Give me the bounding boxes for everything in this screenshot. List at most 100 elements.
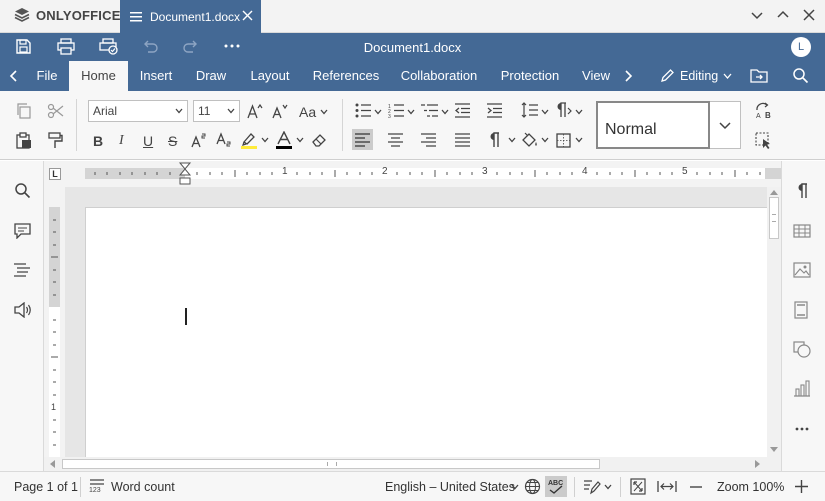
chevron-down-icon[interactable] (508, 137, 516, 143)
highlight-color-icon[interactable] (240, 131, 258, 149)
chevron-down-icon[interactable] (541, 109, 549, 115)
font-name-combo[interactable]: Arial (88, 100, 188, 122)
nonprinting-characters-icon[interactable] (488, 132, 500, 148)
scroll-down-icon[interactable] (770, 447, 778, 453)
style-gallery-item-normal[interactable]: Normal (596, 101, 710, 149)
chevron-down-icon[interactable] (575, 137, 583, 143)
document-page[interactable] (85, 207, 767, 457)
line-spacing-icon[interactable] (521, 102, 538, 118)
table-settings-icon[interactable] (793, 224, 811, 238)
copy-icon[interactable] (16, 103, 32, 119)
close-tab-icon[interactable] (242, 10, 253, 21)
comments-icon[interactable] (14, 223, 31, 239)
horizontal-ruler[interactable]: 1 2 3 4 5 (65, 161, 781, 187)
chevron-down-icon[interactable] (261, 137, 269, 143)
more-panels-icon[interactable] (795, 427, 809, 431)
hamburger-menu-icon[interactable] (130, 11, 142, 22)
paragraph-settings-icon[interactable] (556, 102, 572, 118)
align-left-icon[interactable] (355, 133, 370, 147)
zoom-out-icon[interactable] (690, 486, 702, 488)
scroll-right-icon[interactable] (755, 460, 761, 468)
vertical-ruler[interactable]: 1 (44, 187, 65, 457)
decrease-font-size-icon[interactable] (272, 103, 288, 119)
zoom-level[interactable]: Zoom 100% (717, 480, 784, 494)
font-color-icon[interactable] (276, 131, 292, 149)
tab-view[interactable]: View (578, 61, 614, 91)
chevron-down-icon[interactable] (374, 109, 382, 115)
paste-icon[interactable] (16, 132, 32, 149)
increase-font-size-icon[interactable] (247, 103, 263, 119)
numbering-icon[interactable]: 123 (388, 103, 404, 118)
document-tab[interactable]: Document1.docx (120, 0, 261, 33)
user-avatar[interactable]: L (791, 37, 811, 57)
chevron-down-icon[interactable] (441, 109, 449, 115)
tab-draw[interactable]: Draw (190, 61, 232, 91)
scroll-up-icon[interactable] (770, 189, 778, 195)
shape-settings-icon[interactable] (793, 341, 811, 358)
superscript-icon[interactable] (191, 132, 207, 148)
tab-insert[interactable]: Insert (132, 61, 180, 91)
zoom-in-icon[interactable] (795, 480, 808, 493)
chevron-down-icon[interactable] (320, 109, 328, 115)
globe-icon[interactable] (524, 478, 541, 495)
spell-check-button[interactable]: ABC (545, 476, 567, 497)
chevron-down-icon[interactable] (407, 109, 415, 115)
align-center-icon[interactable] (388, 133, 403, 147)
justify-icon[interactable] (455, 133, 470, 147)
fit-to-width-icon[interactable] (657, 480, 677, 493)
decrease-indent-icon[interactable] (455, 103, 470, 118)
strikethrough-button[interactable]: S (168, 133, 177, 149)
open-file-location-icon[interactable] (750, 67, 768, 84)
chevron-down-icon[interactable] (575, 109, 583, 115)
paragraph-mark-icon[interactable] (796, 183, 808, 199)
speaker-icon[interactable] (14, 302, 32, 318)
tab-protection[interactable]: Protection (496, 61, 564, 91)
chart-settings-icon[interactable] (793, 380, 811, 397)
header-footer-icon[interactable] (794, 301, 808, 319)
fit-to-page-icon[interactable] (630, 478, 646, 495)
clear-formatting-icon[interactable] (311, 132, 327, 148)
select-icon[interactable] (755, 132, 773, 149)
tabs-scroll-left-icon[interactable] (9, 70, 18, 82)
word-count-icon[interactable]: 123 (89, 478, 105, 496)
close-window-icon[interactable] (802, 8, 816, 22)
language-selector[interactable]: English – United States (385, 480, 515, 494)
page-number-indicator[interactable]: Page 1 of 1 (14, 480, 78, 494)
borders-icon[interactable] (556, 133, 571, 148)
dropdown-chevron-icon[interactable] (750, 8, 764, 22)
bullets-icon[interactable] (355, 103, 371, 118)
scroll-left-icon[interactable] (49, 460, 55, 468)
tab-home[interactable]: Home (69, 61, 128, 91)
italic-button[interactable]: I (119, 133, 124, 149)
cut-icon[interactable] (47, 103, 64, 119)
track-changes-icon[interactable] (583, 478, 601, 495)
font-size-combo[interactable]: 11 (193, 100, 240, 122)
subscript-icon[interactable] (216, 132, 232, 148)
style-gallery-dropdown[interactable] (710, 101, 741, 149)
navigation-icon[interactable] (14, 263, 30, 277)
chevron-down-icon[interactable] (296, 137, 304, 143)
search-icon[interactable] (792, 67, 809, 84)
format-painter-icon[interactable] (47, 132, 63, 149)
search-icon[interactable] (14, 182, 31, 199)
increase-indent-icon[interactable] (487, 103, 502, 118)
underline-button[interactable]: U (143, 133, 153, 149)
tab-references[interactable]: References (308, 61, 384, 91)
tabs-scroll-right-icon[interactable] (624, 70, 633, 82)
bold-button[interactable]: B (93, 133, 103, 149)
change-case-button[interactable]: Aa (299, 104, 316, 120)
multilevel-list-icon[interactable] (421, 103, 438, 118)
shading-icon[interactable] (521, 132, 538, 148)
tab-stop-selector[interactable]: L (49, 168, 61, 180)
horizontal-scroll-thumb[interactable] (62, 459, 600, 469)
maximize-chevron-icon[interactable] (776, 8, 790, 22)
word-count-button[interactable]: Word count (111, 480, 175, 494)
image-settings-icon[interactable] (793, 262, 811, 278)
align-right-icon[interactable] (421, 133, 436, 147)
chevron-down-icon[interactable] (511, 484, 519, 490)
vertical-scroll-thumb[interactable] (769, 197, 779, 239)
replace-icon[interactable]: BA (755, 102, 773, 119)
chevron-down-icon[interactable] (541, 137, 549, 143)
horizontal-scrollbar[interactable] (44, 457, 781, 471)
tab-collaboration[interactable]: Collaboration (396, 61, 482, 91)
